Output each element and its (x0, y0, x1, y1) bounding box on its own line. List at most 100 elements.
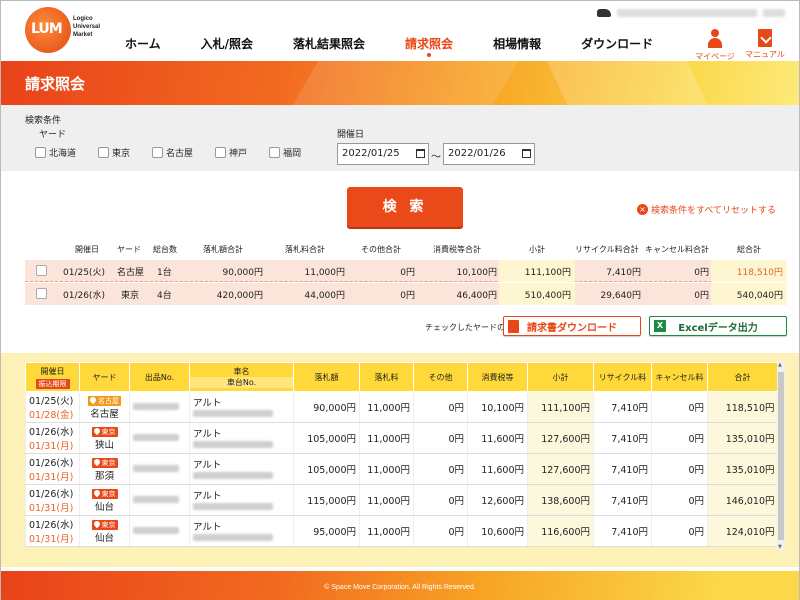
manual-button[interactable]: マニュアル (745, 29, 785, 60)
cell-dates: 01/26(水) 01/31(月) (25, 484, 80, 516)
scrollbar-thumb[interactable] (778, 372, 784, 540)
detail-row[interactable]: 01/26(水) 01/31(月) 東京 仙台 アルト 115,000円 11,000円 0円… (25, 484, 778, 516)
mypage-button[interactable]: マイページ (695, 29, 735, 62)
redacted-text (133, 526, 179, 534)
col-header-tax[interactable]: 消費税等 (467, 362, 528, 392)
cell-fee: 11,000円 (359, 422, 414, 454)
col-header: リサイクル料合計 (575, 245, 639, 254)
nav-download[interactable]: ダウンロード (581, 35, 653, 52)
row-checkbox[interactable] (36, 288, 47, 299)
header: LUM Logico Universal Market ホーム 入札/照会 落札… (1, 1, 799, 61)
col-header-lot[interactable]: 出品No. (129, 362, 190, 392)
nav-bid[interactable]: 入札/照会 (201, 35, 253, 52)
yard-checkbox-tokyo[interactable]: 東京 (98, 146, 130, 159)
cell-cancel: 0円 (651, 391, 708, 423)
cell-cancel-total: 0円 (694, 291, 709, 301)
redacted-text (133, 402, 179, 410)
yard-badge-label: 名古屋 (98, 396, 119, 405)
yard-badge-label: 東京 (101, 489, 116, 498)
cell-car: アルト (189, 515, 294, 547)
row-checkbox[interactable] (36, 265, 47, 276)
detail-row[interactable]: 01/26(水) 01/31(月) 東京 仙台 アルト 95,000円 11,000円 0円 1… (25, 515, 778, 547)
reset-conditions-link[interactable]: × 検索条件をすべてリセットする (637, 203, 776, 216)
cell-fee-total: 44,000円 (304, 291, 346, 301)
checkbox[interactable] (35, 147, 46, 158)
nav-billing[interactable]: 請求照会 (405, 35, 453, 57)
excel-export-button[interactable]: X Excelデータ出力 (649, 316, 787, 336)
cell-grand-total: 118,510円 (736, 268, 783, 278)
logo[interactable]: LUM (25, 7, 71, 53)
yard-checkbox-fukuoka[interactable]: 福岡 (269, 146, 301, 159)
nav-home[interactable]: ホーム (125, 35, 161, 52)
nav-market[interactable]: 相場情報 (493, 35, 541, 52)
cell-date: 01/26(水) (29, 520, 74, 531)
col-header-yard[interactable]: ヤード (79, 362, 130, 392)
cell-recycle: 7,410円 (593, 515, 652, 547)
calendar-icon[interactable] (416, 149, 425, 158)
summary-row: 01/26(水) 東京 4台 420,000円 44,000円 0円 46,40… (25, 283, 787, 305)
copyright: © Space Move Corporation. All Rights Res… (324, 584, 476, 591)
cell-car-name: アルト (193, 397, 222, 409)
yard-badge: 名古屋 (88, 395, 121, 406)
yard-option-label: 福岡 (283, 149, 302, 159)
nav-results[interactable]: 落札結果照会 (293, 35, 365, 52)
yard-checkbox-hokkaido[interactable]: 北海道 (35, 146, 76, 159)
cell-yard: 東京 仙台 (79, 484, 130, 516)
calendar-icon[interactable] (522, 149, 531, 158)
invoice-download-button[interactable]: 請求書ダウンロード (503, 316, 641, 336)
cell-fee: 11,000円 (359, 453, 414, 485)
cell-tax-total: 10,100円 (456, 268, 498, 278)
yard-checkbox-nagoya[interactable]: 名古屋 (152, 146, 193, 159)
checkbox[interactable] (269, 147, 281, 158)
checkbox[interactable] (152, 147, 164, 158)
cell-tax: 11,600円 (467, 422, 528, 454)
brand-line: Logico (73, 16, 93, 22)
cell-total: 135,010円 (707, 453, 778, 485)
location-pin-icon (92, 519, 101, 528)
cell-date: 01/26(水) (63, 291, 105, 301)
cell-tax: 11,600円 (467, 453, 528, 485)
col-header-other[interactable]: その他 (413, 362, 468, 392)
date-from-input[interactable]: 2022/01/25 (337, 143, 429, 165)
date-to-input[interactable]: 2022/01/26 (443, 143, 535, 165)
cell-cancel: 0円 (651, 484, 708, 516)
redacted-chassis (193, 440, 273, 448)
checkbox[interactable] (98, 147, 110, 158)
date-range-separator: ～ (431, 152, 441, 163)
col-header-cancel[interactable]: キャンセル料 (651, 362, 708, 392)
col-header: キャンセル料合計 (645, 245, 709, 254)
col-header-date[interactable]: 開催日 振込期限 (25, 362, 80, 392)
close-icon: × (637, 204, 648, 215)
col-header-car[interactable]: 車名 車台No. (189, 362, 294, 392)
col-header-total[interactable]: 合計 (707, 362, 778, 392)
checked-yards-note: チェックしたヤードの (425, 323, 505, 332)
col-header-recycle[interactable]: リサイクル料 (593, 362, 652, 392)
detail-panel: 開催日 振込期限 ヤード 出品No. 車名 車台No. 落札額 落札料 その他 消費… (1, 353, 799, 567)
cell-total: 118,510円 (707, 391, 778, 423)
cell-car-name: アルト (193, 428, 222, 440)
yard-checkbox-kobe[interactable]: 神戸 (215, 146, 247, 159)
user-honorific-redacted (763, 9, 785, 17)
detail-row[interactable]: 01/26(水) 01/31(月) 東京 狭山 アルト 105,000円 11,000円 0円… (25, 422, 778, 454)
detail-row[interactable]: 01/25(火) 01/28(金) 名古屋 名古屋 アルト 90,000円 11,000円 0… (25, 391, 778, 423)
col-header-subtotal[interactable]: 小計 (527, 362, 594, 392)
cell-lot-redacted (129, 391, 190, 423)
cell-yard: 名古屋 (117, 268, 145, 278)
cell-yard: 東京 (121, 291, 140, 301)
cell-yard-name: 仙台 (94, 532, 114, 544)
cell-bid-total: 90,000円 (222, 268, 264, 278)
search-button[interactable]: 検 索 (347, 187, 463, 227)
cell-recycle: 7,410円 (593, 422, 652, 454)
cell-car: アルト (189, 422, 294, 454)
cell-fee-total: 11,000円 (304, 268, 346, 278)
detail-scrollbar[interactable] (777, 362, 785, 550)
checkbox[interactable] (215, 147, 227, 158)
col-header-fee[interactable]: 落札料 (359, 362, 414, 392)
cell-yard: 東京 仙台 (79, 515, 130, 547)
detail-row[interactable]: 01/26(水) 01/31(月) 東京 那須 アルト 105,000円 11,000円 0円… (25, 453, 778, 485)
summary-row: 01/25(火) 名古屋 1台 90,000円 11,000円 0円 10,10… (25, 260, 787, 282)
col-header-bid[interactable]: 落札額 (293, 362, 360, 392)
cell-count: 4台 (157, 291, 172, 301)
cell-total: 135,010円 (707, 422, 778, 454)
cell-other: 0円 (413, 391, 468, 423)
